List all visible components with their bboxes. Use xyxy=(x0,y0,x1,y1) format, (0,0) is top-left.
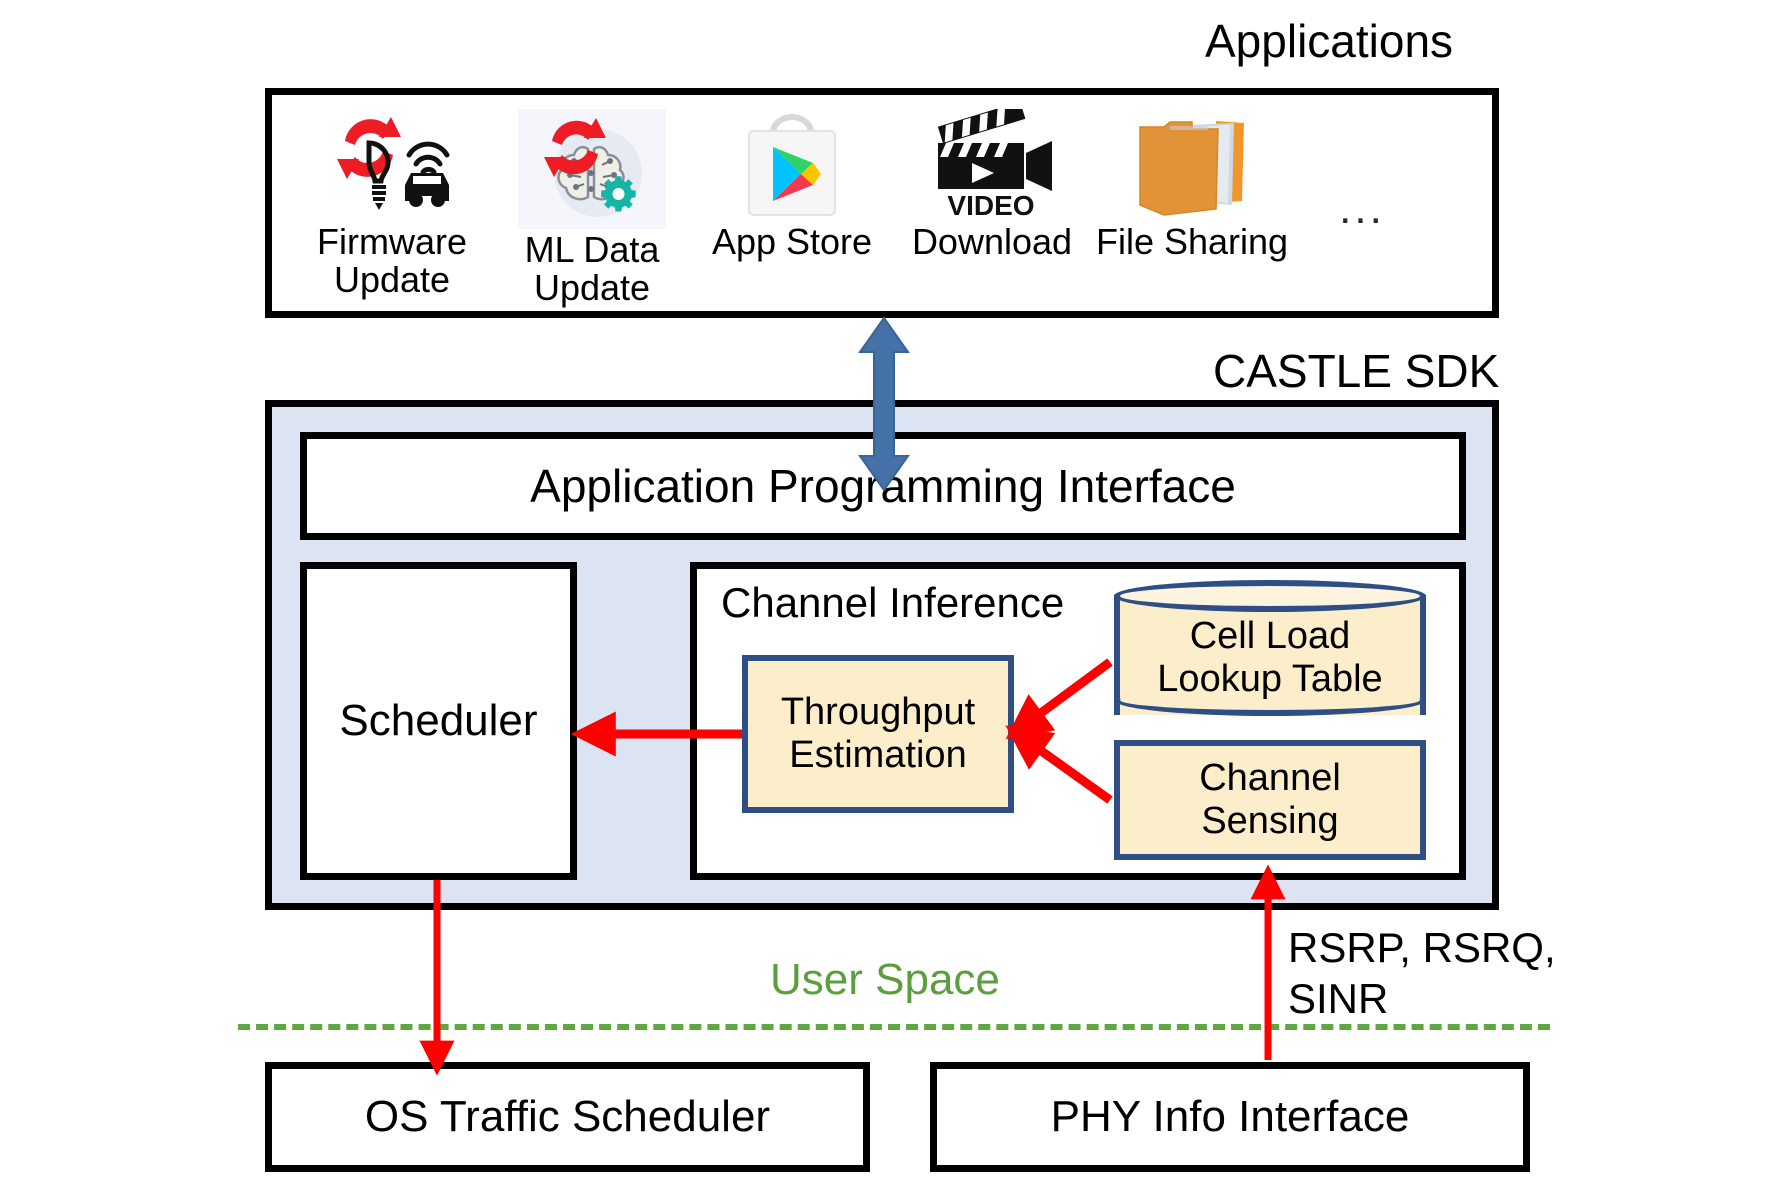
svg-text:VIDEO: VIDEO xyxy=(947,190,1034,221)
user-space-label: User Space xyxy=(770,955,1000,1004)
app-label-ml-data-update: ML Data Update xyxy=(524,229,660,309)
api-label: Application Programming Interface xyxy=(530,460,1236,512)
app-item-ml-data-update[interactable]: ML Data Update xyxy=(492,109,692,307)
app-label-download: Download xyxy=(911,221,1073,262)
channel-sensing-label: Channel Sensing xyxy=(1199,757,1341,842)
cell-load-lookup-table-label: Cell Load Lookup Table xyxy=(1157,615,1383,700)
phy-info-interface-label: PHY Info Interface xyxy=(1050,1092,1410,1141)
api-box: Application Programming Interface xyxy=(300,432,1466,540)
video-camera-icon: VIDEO xyxy=(924,109,1060,221)
scheduler-box: Scheduler xyxy=(300,562,577,880)
user-space-divider-line xyxy=(238,1024,1550,1030)
firmware-update-icon xyxy=(317,109,467,221)
phy-info-interface-box: PHY Info Interface xyxy=(930,1062,1530,1172)
diagram-canvas: Applications Firmware Update ML Data Upd… xyxy=(0,0,1772,1181)
channel-inference-title: Channel Inference xyxy=(721,579,1065,626)
app-label-app-store: App Store xyxy=(711,221,873,262)
applications-heading: Applications xyxy=(1205,15,1454,67)
throughput-estimation-box: Throughput Estimation xyxy=(742,655,1014,813)
applications-row: Firmware Update ML Data Update App Store… xyxy=(272,95,1492,311)
throughput-estimation-label: Throughput Estimation xyxy=(780,691,976,776)
app-store-bag-icon xyxy=(733,109,851,221)
app-item-app-store[interactable]: App Store xyxy=(692,109,892,261)
cell-load-lookup-table-cylinder: Cell Load Lookup Table xyxy=(1114,580,1426,730)
channel-sensing-box: Channel Sensing xyxy=(1114,740,1426,860)
os-traffic-scheduler-label: OS Traffic Scheduler xyxy=(364,1092,771,1141)
phy-metrics-label: RSRP, RSRQ, SINR xyxy=(1288,924,1556,1023)
applications-ellipsis: ... xyxy=(1339,184,1385,233)
scheduler-label: Scheduler xyxy=(339,696,538,745)
app-label-firmware-update: Firmware Update xyxy=(317,221,467,301)
app-label-file-sharing: File Sharing xyxy=(1095,221,1289,262)
app-item-firmware-update[interactable]: Firmware Update xyxy=(292,109,492,299)
applications-box: Firmware Update ML Data Update App Store… xyxy=(265,88,1499,318)
app-item-download[interactable]: VIDEO Download xyxy=(892,109,1092,261)
app-item-file-sharing[interactable]: File Sharing xyxy=(1092,109,1292,261)
os-traffic-scheduler-box: OS Traffic Scheduler xyxy=(265,1062,870,1172)
folder-icon xyxy=(1130,109,1254,221)
castle-sdk-heading: CASTLE SDK xyxy=(1213,345,1500,397)
ml-brain-gear-icon xyxy=(518,109,666,229)
